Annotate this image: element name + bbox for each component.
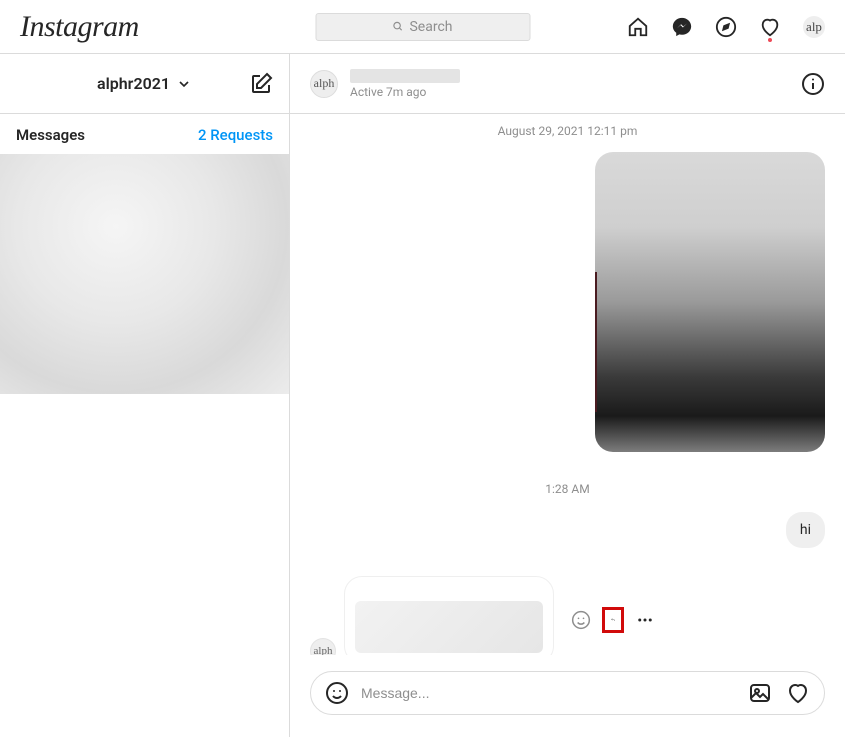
reply-arrow-icon bbox=[611, 609, 615, 631]
chat-info-button[interactable] bbox=[801, 72, 825, 96]
chevron-down-icon bbox=[176, 76, 192, 92]
message-hover-actions bbox=[570, 607, 656, 633]
message-incoming-row: alph bbox=[310, 576, 825, 655]
explore-icon[interactable] bbox=[715, 16, 737, 38]
new-message-button[interactable] bbox=[249, 72, 273, 96]
chat-scroll-area[interactable]: August 29, 2021 12:11 pm 1:28 AM hi alph bbox=[290, 114, 845, 655]
search-input[interactable]: Search bbox=[315, 13, 530, 41]
react-emoji-button[interactable] bbox=[570, 609, 592, 631]
emoji-picker-button[interactable] bbox=[325, 681, 349, 705]
chat-partner-avatar[interactable]: alph bbox=[310, 70, 338, 98]
message-composer bbox=[310, 671, 825, 715]
messages-title: Messages bbox=[16, 126, 85, 144]
chat-panel: alph Active 7m ago August 29, 2021 12:11… bbox=[290, 54, 845, 737]
add-photo-button[interactable] bbox=[748, 681, 772, 705]
sidebar-subheader: Messages 2 Requests bbox=[0, 114, 289, 154]
top-nav: Instagram Search alp bbox=[0, 0, 845, 54]
nav-icons: alp bbox=[627, 16, 825, 38]
sidebar-header: alphr2021 bbox=[0, 54, 289, 114]
search-container: Search bbox=[315, 13, 530, 41]
date-separator: August 29, 2021 12:11 pm bbox=[310, 124, 825, 138]
account-switcher[interactable]: alphr2021 bbox=[97, 74, 192, 93]
redacted-text-line bbox=[355, 587, 475, 595]
requests-link[interactable]: 2 Requests bbox=[198, 126, 273, 144]
message-outgoing-text: hi bbox=[310, 512, 825, 548]
incoming-message-card[interactable] bbox=[344, 576, 554, 655]
chat-status: Active 7m ago bbox=[350, 85, 460, 99]
message-outgoing bbox=[310, 152, 825, 452]
main-area: alphr2021 Messages 2 Requests alph Activ… bbox=[0, 54, 845, 737]
instagram-logo[interactable]: Instagram bbox=[20, 10, 139, 44]
chat-title-block: Active 7m ago bbox=[350, 69, 460, 99]
message-input[interactable] bbox=[361, 685, 736, 701]
message-bubble[interactable]: hi bbox=[786, 512, 825, 548]
profile-avatar[interactable]: alp bbox=[803, 16, 825, 38]
incoming-avatar[interactable]: alph bbox=[310, 638, 336, 655]
shared-image-message[interactable] bbox=[595, 152, 825, 452]
messenger-icon[interactable] bbox=[671, 16, 693, 38]
ellipsis-icon bbox=[636, 611, 654, 629]
composer-trailing-actions bbox=[748, 681, 810, 705]
dm-sidebar: alphr2021 Messages 2 Requests bbox=[0, 54, 290, 737]
image-edge-decoration bbox=[595, 272, 597, 412]
composer-area bbox=[290, 655, 845, 737]
username-label: alphr2021 bbox=[97, 74, 170, 93]
notification-dot bbox=[768, 38, 772, 42]
reply-button[interactable] bbox=[602, 607, 624, 633]
search-icon bbox=[392, 21, 403, 32]
home-icon[interactable] bbox=[627, 16, 649, 38]
more-options-button[interactable] bbox=[634, 609, 656, 631]
chat-header: alph Active 7m ago bbox=[290, 54, 845, 114]
chat-partner-name[interactable] bbox=[350, 69, 460, 83]
search-placeholder: Search bbox=[409, 19, 452, 35]
thread-list-item[interactable] bbox=[0, 154, 289, 394]
time-separator: 1:28 AM bbox=[310, 482, 825, 496]
like-heart-button[interactable] bbox=[786, 681, 810, 705]
activity-icon[interactable] bbox=[759, 16, 781, 38]
incoming-image-placeholder bbox=[355, 601, 543, 653]
